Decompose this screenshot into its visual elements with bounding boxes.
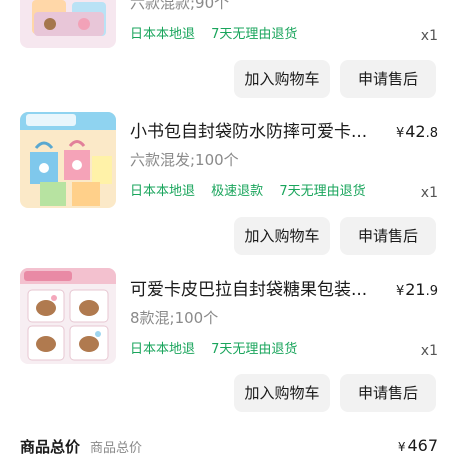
quantity: x1 (420, 343, 438, 359)
order-total: 商品总价 商品总价 ¥467 (0, 428, 460, 460)
price-integer: 42 (405, 122, 426, 141)
product-price: ¥42.8 (396, 121, 438, 145)
tag-7day-return: 7天无理由退货 (211, 342, 298, 357)
product-image-icon (20, 268, 116, 364)
product-spec: 六款混款;90个 (130, 0, 230, 12)
product-image-icon (20, 112, 116, 208)
tag-local-return: 日本本地退 (130, 27, 196, 42)
price-decimal: .8 (425, 126, 438, 141)
tag-local-return: 日本本地退 (130, 184, 196, 199)
quantity: x1 (420, 185, 438, 201)
product-thumbnail[interactable] (20, 0, 116, 48)
after-sale-button[interactable]: 申请售后 (340, 374, 436, 412)
total-label: 商品总价 (20, 438, 81, 456)
price-decimal: .9 (425, 284, 438, 299)
after-sale-button[interactable]: 申请售后 (340, 217, 436, 255)
tag-7day-return: 7天无理由退货 (211, 27, 298, 42)
service-tags: 日本本地退 极速退款 7天无理由退货 (130, 183, 378, 201)
product-title[interactable]: 小书包自封袋防水防摔可爱卡... (130, 121, 370, 143)
service-tags: 日本本地退 7天无理由退货 (130, 341, 309, 359)
product-price: ¥21.9 (396, 279, 438, 303)
currency-symbol: ¥ (395, 284, 405, 299)
add-to-cart-button[interactable]: 加入购物车 (234, 374, 330, 412)
tag-local-return: 日本本地退 (130, 342, 196, 357)
product-spec: 8款混;100个 (130, 309, 219, 327)
add-to-cart-button[interactable]: 加入购物车 (234, 60, 330, 98)
tag-fast-refund: 极速退款 (211, 184, 264, 199)
product-title[interactable]: 可爱卡皮巴拉自封袋糖果包装... (130, 279, 370, 301)
currency-symbol: ¥ (395, 126, 405, 141)
total-value: 467 (407, 436, 438, 455)
product-image-icon (20, 0, 116, 48)
price-integer: 21 (405, 280, 426, 299)
product-spec: 六款混发;100个 (130, 151, 239, 169)
quantity: x1 (420, 28, 438, 44)
tag-7day-return: 7天无理由退货 (279, 184, 366, 199)
product-thumbnail[interactable] (20, 112, 116, 208)
product-thumbnail[interactable] (20, 268, 116, 364)
total-amount: ¥467 (398, 436, 438, 455)
total-sublabel: 商品总价 (90, 441, 143, 456)
currency-symbol: ¥ (397, 440, 406, 454)
after-sale-button[interactable]: 申请售后 (340, 60, 436, 98)
service-tags: 日本本地退 7天无理由退货 (130, 26, 309, 44)
add-to-cart-button[interactable]: 加入购物车 (234, 217, 330, 255)
